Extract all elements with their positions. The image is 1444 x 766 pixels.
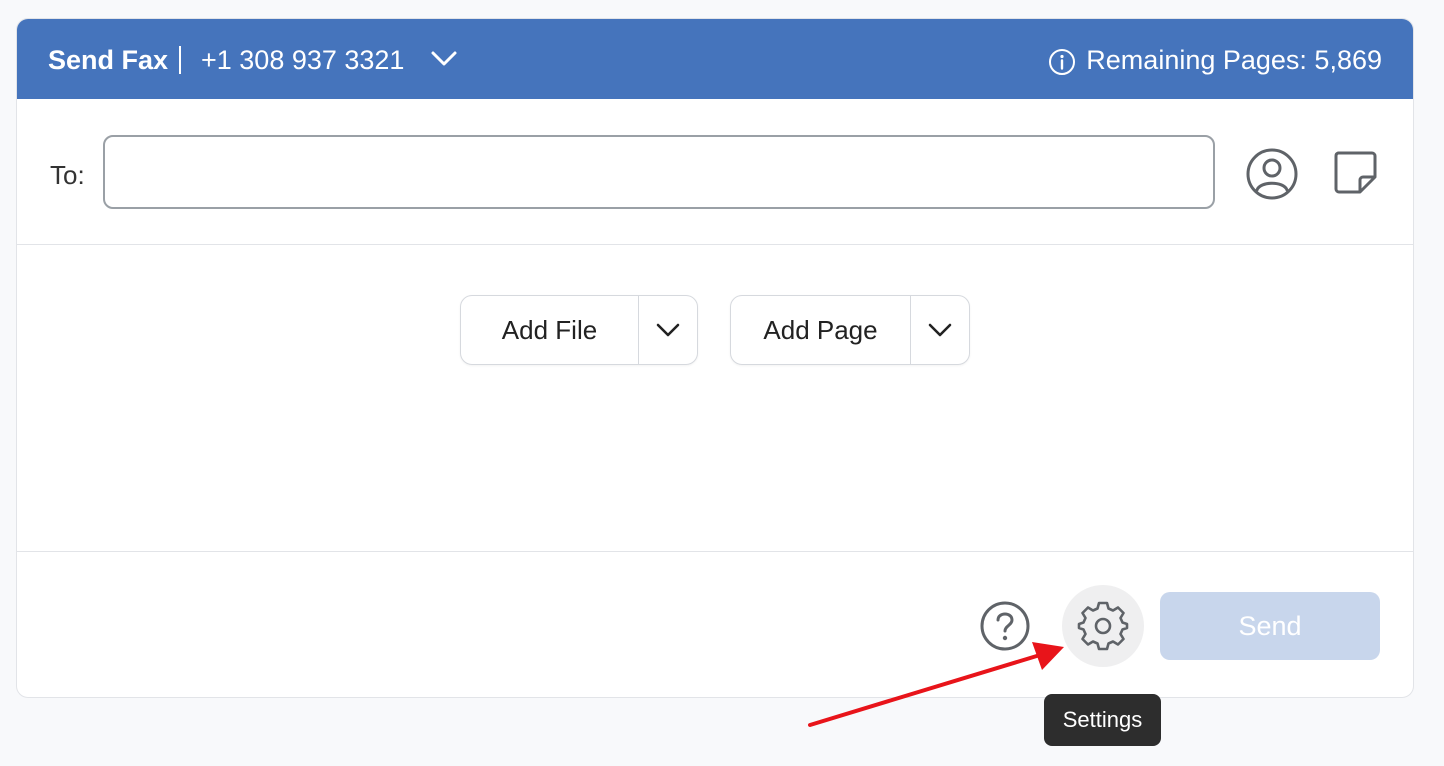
contact-icon[interactable] [1245, 147, 1299, 201]
footer-bar: Send [17, 552, 1413, 697]
add-file-dropdown[interactable] [639, 296, 697, 364]
annotation-arrow [808, 642, 1064, 727]
remaining-pages: Remaining Pages: 5,869 [1086, 45, 1382, 75]
header-bar: Send Fax +1 308 937 3321 Remaining Pages… [17, 19, 1413, 99]
add-file-button[interactable]: Add File [461, 296, 639, 364]
chevron-down-icon [656, 323, 680, 337]
recipient-input[interactable] [103, 135, 1215, 209]
info-icon [1049, 49, 1075, 75]
chevron-down-icon [928, 323, 952, 337]
header-divider [179, 46, 181, 74]
settings-tooltip: Settings [1044, 694, 1161, 746]
chevron-down-icon[interactable] [429, 47, 459, 71]
note-icon[interactable] [1330, 147, 1380, 197]
add-page-dropdown[interactable] [911, 296, 969, 364]
to-label: To: [50, 160, 85, 190]
gear-icon [1077, 601, 1129, 651]
send-button[interactable]: Send [1160, 592, 1380, 660]
add-file-split-button: Add File [460, 295, 698, 365]
send-fax-card: Send Fax +1 308 937 3321 Remaining Pages… [16, 18, 1414, 698]
page-title: Send Fax [48, 45, 169, 75]
recipient-row: To: [17, 99, 1413, 245]
add-page-split-button: Add Page [730, 295, 970, 365]
document-area: Add File Add Page [17, 245, 1413, 552]
sender-number[interactable]: +1 308 937 3321 [201, 43, 404, 77]
add-page-button[interactable]: Add Page [731, 296, 911, 364]
